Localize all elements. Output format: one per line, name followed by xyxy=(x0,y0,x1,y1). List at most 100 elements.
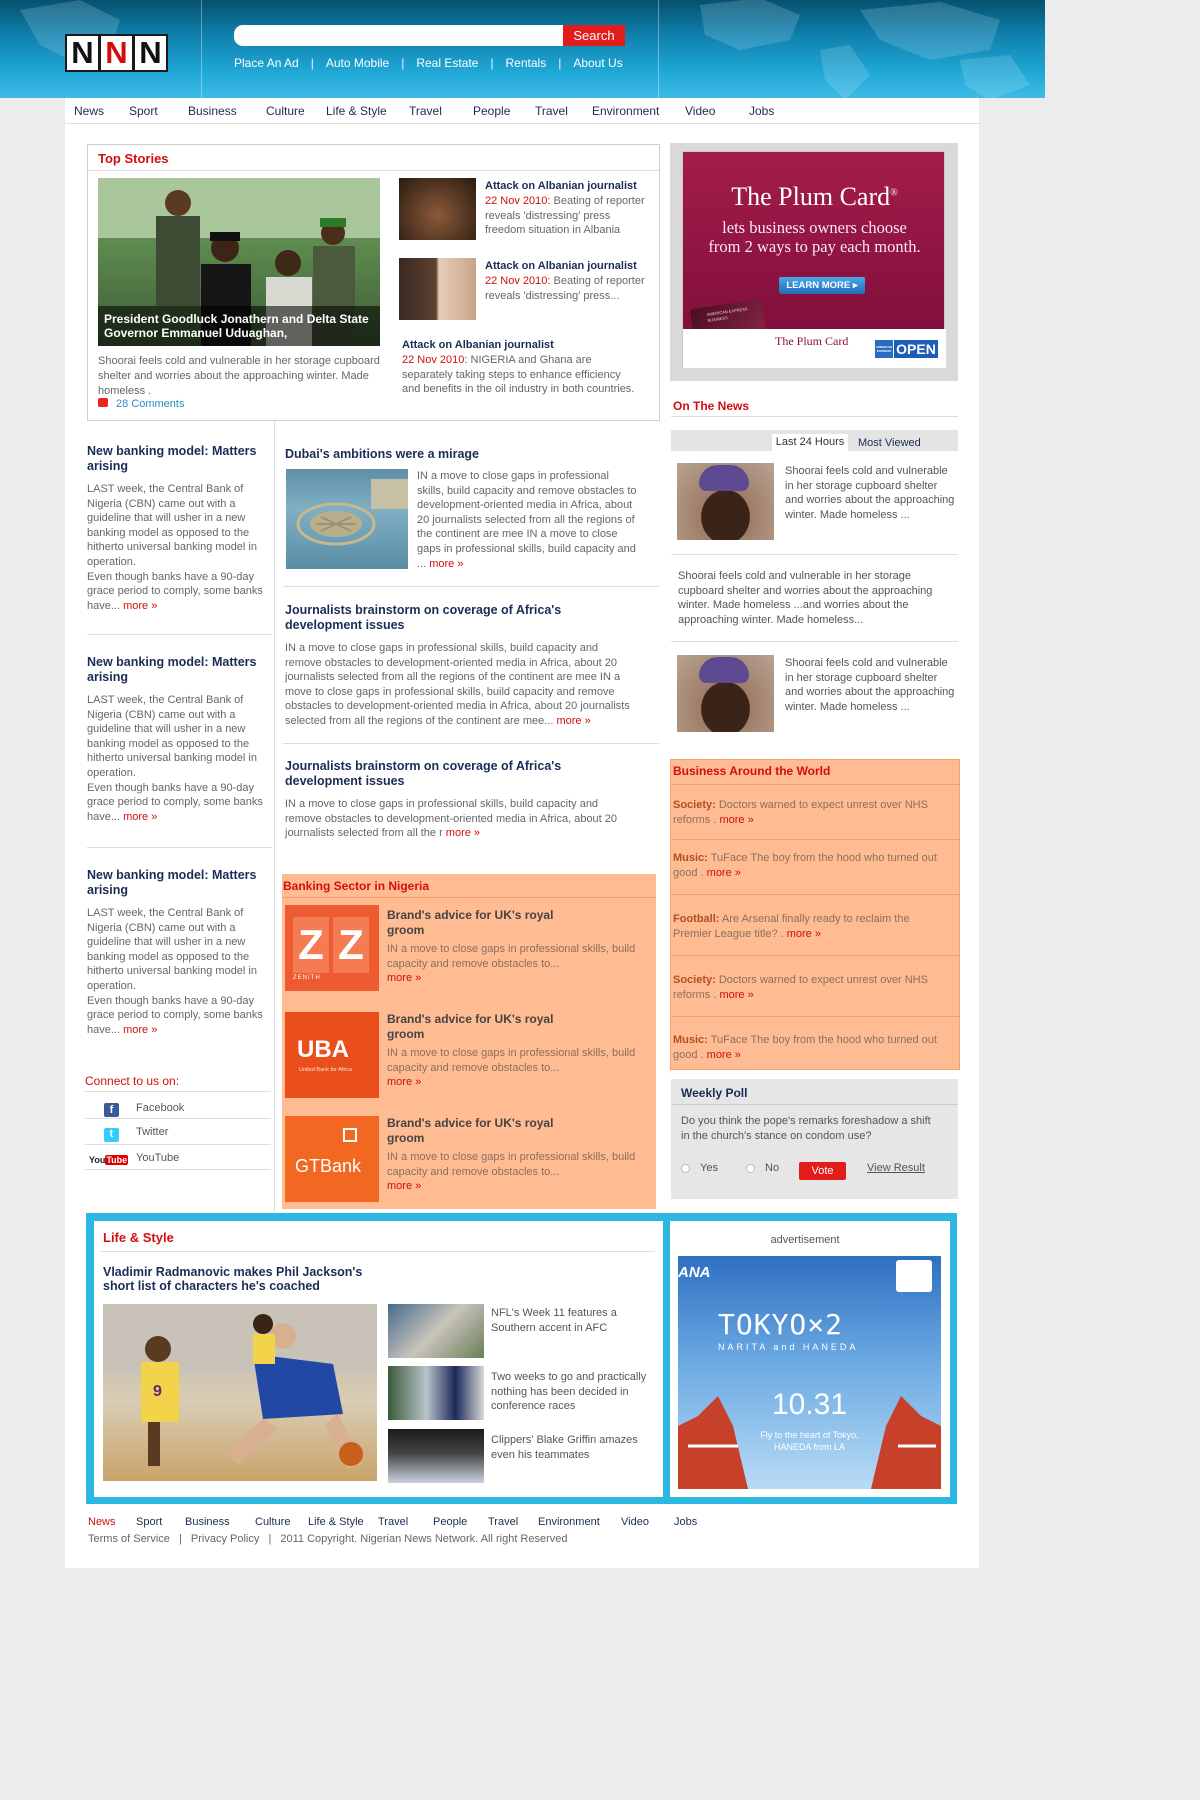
footer-nav-environment[interactable]: Environment xyxy=(538,1516,600,1528)
more-link[interactable]: more xyxy=(387,1180,421,1192)
side-story-photo[interactable] xyxy=(399,178,476,240)
more-link[interactable]: more xyxy=(123,1024,157,1036)
brainstorm-title[interactable]: Journalists brainstorm on coverage of Af… xyxy=(285,603,585,633)
more-link[interactable]: more xyxy=(557,715,591,727)
nav-news[interactable]: News xyxy=(74,104,104,118)
left-article: New banking model: Matters arising LAST … xyxy=(87,655,267,824)
banking-title: Banking Sector in Nigeria xyxy=(283,879,430,893)
life-style-thumb[interactable] xyxy=(388,1366,484,1420)
news-thumb[interactable] xyxy=(677,463,774,540)
dubai-title[interactable]: Dubai's ambitions were a mirage xyxy=(285,447,479,461)
tab-last-24-hours[interactable]: Last 24 Hours xyxy=(772,434,848,451)
nav-life-style[interactable]: Life & Style xyxy=(326,104,387,118)
comments-link[interactable]: 28 Comments xyxy=(116,398,184,410)
nav-travel-2[interactable]: Travel xyxy=(535,104,568,118)
link-place-an-ad[interactable]: Place An Ad xyxy=(234,56,299,70)
terms-link[interactable]: Terms of Service xyxy=(88,1533,170,1545)
more-link[interactable]: more xyxy=(707,867,741,879)
youtube-link[interactable]: YouTube xyxy=(136,1152,179,1164)
footer-nav-people[interactable]: People xyxy=(433,1516,467,1528)
link-real-estate[interactable]: Real Estate xyxy=(416,56,478,70)
dubai-photo[interactable] xyxy=(286,469,408,569)
link-rentals[interactable]: Rentals xyxy=(506,56,547,70)
left-article-title[interactable]: New banking model: Matters arising xyxy=(87,655,267,685)
footer-nav-video[interactable]: Video xyxy=(621,1516,649,1528)
more-link[interactable]: more xyxy=(707,1049,741,1061)
left-article-title[interactable]: New banking model: Matters arising xyxy=(87,444,267,474)
nav-culture[interactable]: Culture xyxy=(266,104,305,118)
left-article-text: LAST week, the Central Bank of Nigeria (… xyxy=(87,694,257,779)
footer-nav-life-style[interactable]: Life & Style xyxy=(308,1516,364,1528)
more-link[interactable]: more xyxy=(719,814,753,826)
nav-people[interactable]: People xyxy=(473,104,510,118)
nav-sport[interactable]: Sport xyxy=(129,104,158,118)
life-style-item-text: Two weeks to go and practically nothing … xyxy=(491,1371,647,1413)
left-article-title[interactable]: New banking model: Matters arising xyxy=(87,868,267,898)
side-story-title[interactable]: Attack on Albanian journalist xyxy=(485,260,637,272)
site-logo[interactable]: N N N xyxy=(65,34,168,72)
nav-business[interactable]: Business xyxy=(188,104,237,118)
side-story-date: 22 Nov 2010: xyxy=(485,195,551,207)
banking-item-title[interactable]: Brand's advice for UK's royal groom xyxy=(387,1116,587,1146)
banking-item-title[interactable]: Brand's advice for UK's royal groom xyxy=(387,1012,587,1042)
ana-subtitle: NARITA and HANEDA xyxy=(718,1342,859,1352)
more-link[interactable]: more xyxy=(787,928,821,940)
poll-option-no-radio[interactable] xyxy=(746,1164,755,1173)
more-link[interactable]: more xyxy=(719,989,753,1001)
link-about-us[interactable]: About Us xyxy=(573,56,622,70)
life-style-photo[interactable]: 9 xyxy=(103,1304,377,1481)
side-story-title[interactable]: Attack on Albanian journalist xyxy=(485,180,637,192)
nav-travel[interactable]: Travel xyxy=(409,104,442,118)
poll-option-yes-radio[interactable] xyxy=(681,1164,690,1173)
footer-nav-culture[interactable]: Culture xyxy=(255,1516,290,1528)
facebook-link[interactable]: Facebook xyxy=(136,1102,184,1114)
footer-nav-jobs[interactable]: Jobs xyxy=(674,1516,697,1528)
nav-jobs[interactable]: Jobs xyxy=(749,104,774,118)
more-link[interactable]: more xyxy=(429,558,463,570)
more-link[interactable]: more xyxy=(123,600,157,612)
dubai-photo-art xyxy=(296,479,408,546)
footer-nav-travel[interactable]: Travel xyxy=(378,1516,408,1528)
ad-subline-1: lets business owners choose xyxy=(722,218,907,237)
learn-more-button[interactable]: LEARN MORE ▸ xyxy=(779,277,865,294)
youtube-icon-tube: Tube xyxy=(105,1155,129,1165)
life-style-thumb[interactable] xyxy=(388,1429,484,1483)
banking-item-text: IN a move to close gaps in professional … xyxy=(387,943,636,970)
more-link[interactable]: more xyxy=(387,972,421,984)
footer-nav-travel-2[interactable]: Travel xyxy=(488,1516,518,1528)
ana-ad[interactable]: ANA TOKYO×2 NARITA and HANEDA 10.31 Fly … xyxy=(678,1256,941,1489)
more-link[interactable]: more xyxy=(387,1076,421,1088)
ana-line-1: Fly to the heart of Tokyo, xyxy=(760,1430,859,1440)
left-article: New banking model: Matters arising LAST … xyxy=(87,444,267,613)
footer-nav-news[interactable]: News xyxy=(88,1516,116,1528)
life-style-headline[interactable]: Vladimir Radmanovic makes Phil Jackson's… xyxy=(103,1265,393,1293)
privacy-link[interactable]: Privacy Policy xyxy=(191,1533,259,1545)
plum-card-ad[interactable]: The Plum Card® lets business owners choo… xyxy=(682,151,946,368)
youtube-icon-text: You xyxy=(89,1155,106,1165)
twitter-link[interactable]: Twitter xyxy=(136,1126,168,1138)
nav-environment[interactable]: Environment xyxy=(592,104,659,118)
view-result-link[interactable]: View Result xyxy=(867,1162,925,1174)
search-button[interactable]: Search xyxy=(563,25,625,46)
news-thumb[interactable] xyxy=(677,655,774,732)
side-story-title[interactable]: Attack on Albanian journalist xyxy=(402,339,554,351)
banking-item-title[interactable]: Brand's advice for UK's royal groom xyxy=(387,908,587,938)
top-story-photo[interactable]: President Goodluck Jonathern and Delta S… xyxy=(98,178,380,346)
tab-most-viewed[interactable]: Most Viewed xyxy=(858,437,921,449)
footer-nav-sport[interactable]: Sport xyxy=(136,1516,162,1528)
ana-title: TOKYO×2 xyxy=(718,1308,844,1341)
footer-nav-business[interactable]: Business xyxy=(185,1516,230,1528)
ad-subline-2: from 2 ways to pay each month. xyxy=(708,237,921,256)
vote-button[interactable]: Vote xyxy=(799,1162,846,1180)
brainstorm-title[interactable]: Journalists brainstorm on coverage of Af… xyxy=(285,759,585,789)
connect-title: Connect to us on: xyxy=(85,1074,180,1088)
nav-video[interactable]: Video xyxy=(685,104,715,118)
life-style-thumb[interactable] xyxy=(388,1304,484,1358)
business-item-label: Music: xyxy=(673,852,708,864)
side-story-photo[interactable] xyxy=(399,258,476,320)
more-link[interactable]: more xyxy=(123,811,157,823)
more-link[interactable]: more xyxy=(446,827,480,839)
news-item-text: Shoorai feels cold and vulnerable in her… xyxy=(785,465,955,521)
search-input[interactable] xyxy=(234,25,563,46)
link-auto-mobile[interactable]: Auto Mobile xyxy=(326,56,389,70)
